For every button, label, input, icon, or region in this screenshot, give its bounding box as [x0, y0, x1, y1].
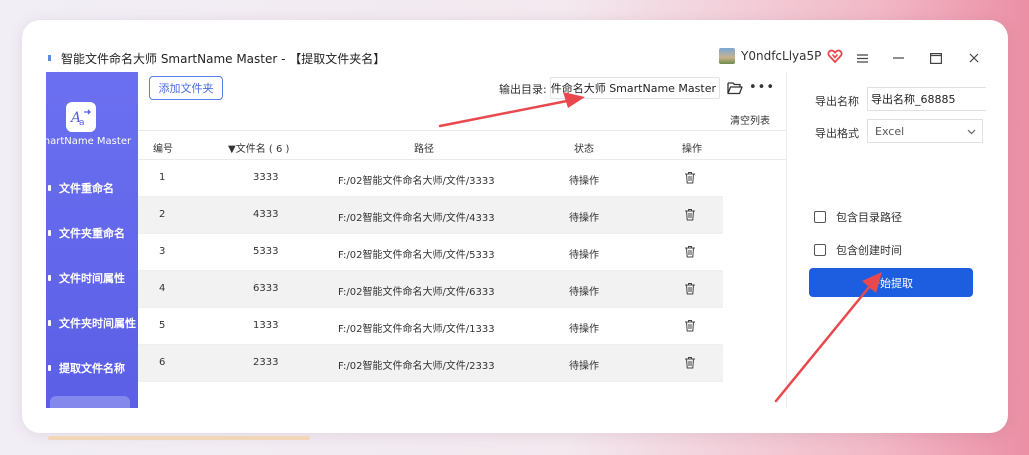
export-name-input[interactable]: 导出名称_68885 — [867, 87, 986, 111]
cell-path: F:/02智能文件命名大师/文件/3333 — [338, 176, 495, 187]
export-name-value: 导出名称_68885 — [871, 93, 956, 106]
export-name-label: 导出名称 — [815, 95, 859, 108]
cell-index: 2 — [159, 209, 166, 220]
sidebar-item-label: 文件夹重命名 — [59, 227, 125, 240]
sidebar-item-file-rename[interactable]: 文件重命名 — [46, 178, 138, 198]
user-name[interactable]: Y0ndfcLlya5P — [741, 49, 821, 63]
export-settings-panel: 导出名称 导出名称_68885 导出格式 Excel 包含目录路径 包含创建时间… — [786, 72, 986, 408]
sidebar-item-folder-rename[interactable]: 文件夹重命名 — [46, 223, 138, 243]
cell-status: 待操作 — [569, 324, 599, 335]
cell-path: F:/02智能文件命名大师/文件/5333 — [338, 250, 495, 261]
folder-open-icon[interactable] — [727, 81, 743, 95]
output-dir-label: 输出目录: — [499, 83, 547, 96]
cell-index: 1 — [159, 172, 166, 183]
cell-index: 5 — [159, 320, 166, 331]
include-dir-path-option[interactable]: 包含目录路径 — [814, 209, 902, 225]
output-dir-field[interactable]: 智能文件命名大师 SmartName Master — [550, 77, 720, 99]
include-dir-path-label: 包含目录路径 — [836, 211, 902, 224]
table-row[interactable]: 4 6333 F:/02智能文件命名大师/文件/6333 待操作 — [138, 271, 723, 308]
sidebar-item-label: 文件重命名 — [59, 182, 114, 195]
user-info[interactable]: Y0ndfcLlya5P — [719, 48, 843, 64]
cell-name: 6333 — [253, 283, 279, 294]
close-icon[interactable] — [964, 48, 984, 68]
cell-status: 待操作 — [569, 213, 599, 224]
start-extract-button[interactable]: 开始提取 — [809, 268, 973, 297]
title-marker — [48, 55, 51, 61]
nav-bullet-icon — [48, 230, 51, 236]
include-create-time-label: 包含创建时间 — [836, 244, 902, 257]
column-header-name[interactable]: ▼文件名 ( 6 ) — [228, 140, 289, 155]
decorative-underline — [48, 436, 310, 440]
sidebar: A a SmartName Master 文件重命名 文件夹重命名 文件时间属性… — [46, 72, 138, 408]
cell-name: 5333 — [253, 246, 279, 257]
nav-bullet-icon — [48, 365, 51, 371]
table-row[interactable]: 2 4333 F:/02智能文件命名大师/文件/4333 待操作 — [138, 197, 723, 234]
cell-name: 4333 — [253, 209, 279, 220]
sidebar-active-highlight[interactable] — [50, 396, 130, 408]
chevron-down-icon — [967, 129, 976, 135]
app-window: 智能文件命名大师 SmartName Master - 【提取文件夹名】 Y0n… — [46, 44, 986, 408]
cell-status: 待操作 — [569, 250, 599, 261]
cell-path: F:/02智能文件命名大师/文件/1333 — [338, 324, 495, 335]
cell-index: 3 — [159, 246, 166, 257]
window-title: 智能文件命名大师 SmartName Master - 【提取文件夹名】 — [61, 51, 386, 66]
cell-name: 1333 — [253, 320, 279, 331]
sidebar-item-extract-names[interactable]: 提取文件名称 — [46, 358, 138, 378]
vip-heart-icon[interactable] — [827, 48, 843, 64]
clear-list-button[interactable]: 清空列表 — [730, 112, 770, 127]
cell-path: F:/02智能文件命名大师/文件/4333 — [338, 213, 495, 224]
delete-icon[interactable] — [684, 319, 696, 332]
delete-icon[interactable] — [684, 171, 696, 184]
include-dir-path-checkbox[interactable] — [814, 211, 826, 223]
table-row[interactable]: 1 3333 F:/02智能文件命名大师/文件/3333 待操作 — [138, 160, 723, 197]
sidebar-item-label: 文件时间属性 — [59, 272, 125, 285]
cell-status: 待操作 — [569, 176, 599, 187]
delete-icon[interactable] — [684, 282, 696, 295]
include-create-time-checkbox[interactable] — [814, 244, 826, 256]
table-row[interactable]: 3 5333 F:/02智能文件命名大师/文件/5333 待操作 — [138, 234, 723, 271]
svg-text:a: a — [79, 118, 85, 127]
maximize-icon[interactable] — [926, 48, 946, 68]
user-avatar[interactable] — [719, 48, 735, 64]
app-logo-icon: A a — [66, 102, 96, 132]
export-format-label: 导出格式 — [815, 127, 859, 140]
cell-status: 待操作 — [569, 287, 599, 298]
menu-icon[interactable] — [852, 48, 872, 68]
sidebar-item-label: 文件夹时间属性 — [59, 317, 136, 330]
minimize-icon[interactable] — [888, 48, 908, 68]
output-dir-value: 智能文件命名大师 SmartName Master — [550, 82, 716, 95]
table-row[interactable]: 5 1333 F:/02智能文件命名大师/文件/1333 待操作 — [138, 308, 723, 345]
column-header-index: 编号 — [153, 144, 173, 155]
table-row[interactable]: 6 2333 F:/02智能文件命名大师/文件/2333 待操作 — [138, 345, 723, 382]
title-bar: 智能文件命名大师 SmartName Master - 【提取文件夹名】 Y0n… — [46, 44, 986, 72]
cell-index: 4 — [159, 283, 166, 294]
nav-bullet-icon — [48, 185, 51, 191]
delete-icon[interactable] — [684, 208, 696, 221]
sidebar-item-label: 提取文件名称 — [59, 362, 125, 375]
column-header-action: 操作 — [682, 144, 702, 155]
export-format-value: Excel — [875, 124, 905, 138]
cell-index: 6 — [159, 357, 166, 368]
export-format-select[interactable]: Excel — [867, 119, 983, 143]
logo-text: SmartName Master — [46, 136, 132, 147]
nav-bullet-icon — [48, 320, 51, 326]
cell-name: 3333 — [253, 172, 279, 183]
cell-name: 2333 — [253, 357, 279, 368]
include-create-time-option[interactable]: 包含创建时间 — [814, 242, 902, 258]
column-header-status: 状态 — [574, 144, 594, 155]
delete-icon[interactable] — [684, 356, 696, 369]
cell-path: F:/02智能文件命名大师/文件/6333 — [338, 287, 495, 298]
column-header-path: 路径 — [414, 144, 434, 155]
cell-status: 待操作 — [569, 361, 599, 372]
nav-bullet-icon — [48, 275, 51, 281]
cell-path: F:/02智能文件命名大师/文件/2333 — [338, 361, 495, 372]
sidebar-item-file-time[interactable]: 文件时间属性 — [46, 268, 138, 288]
delete-icon[interactable] — [684, 245, 696, 258]
file-table: 编号 ▼文件名 ( 6 ) 路径 状态 操作 1 3333 F:/02智能文件命… — [138, 130, 786, 382]
more-icon[interactable]: ••• — [749, 80, 775, 95]
table-header: 编号 ▼文件名 ( 6 ) 路径 状态 操作 — [138, 130, 786, 160]
sidebar-item-folder-time[interactable]: 文件夹时间属性 — [46, 313, 138, 333]
add-folder-button[interactable]: 添加文件夹 — [149, 76, 223, 100]
main-content: 添加文件夹 输出目录: 智能文件命名大师 SmartName Master ••… — [138, 72, 786, 408]
